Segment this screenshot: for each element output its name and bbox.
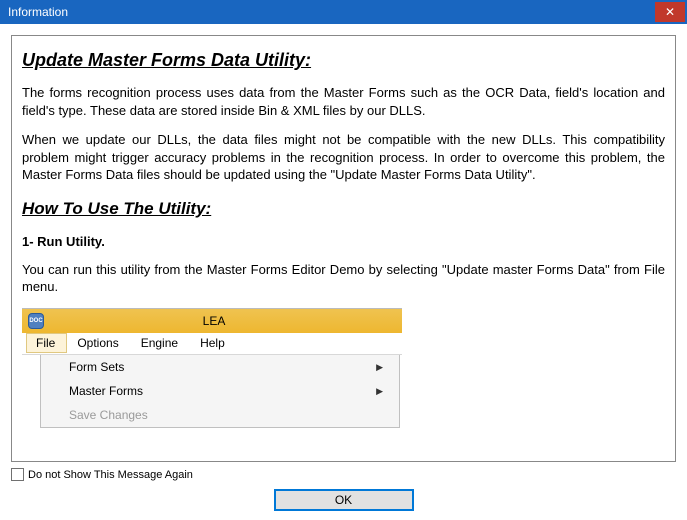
menu-item-masterforms[interactable]: Master Forms ▶ [41,379,399,403]
heading-utility-title: Update Master Forms Data Utility: [22,48,665,72]
menu-item-label: Save Changes [69,407,148,423]
intro-paragraph-2: When we update our DLLs, the data files … [22,131,665,184]
dont-show-checkbox[interactable] [11,468,24,481]
submenu-arrow-icon: ▶ [376,361,383,373]
embedded-titlebar: DOC LEA [22,309,402,333]
menu-item-savechanges: Save Changes [41,403,399,427]
submenu-arrow-icon: ▶ [376,385,383,397]
menu-item-label: Master Forms [69,383,143,399]
menu-help[interactable]: Help [190,333,237,353]
checkbox-row[interactable]: Do not Show This Message Again [11,468,676,481]
close-icon: ✕ [665,5,675,19]
menu-engine[interactable]: Engine [131,333,190,353]
window-titlebar: Information ✕ [0,0,687,24]
step-1-title: 1- Run Utility. [22,233,665,251]
checkbox-label: Do not Show This Message Again [28,469,193,481]
step-1-desc: You can run this utility from the Master… [22,261,665,296]
ok-button[interactable]: OK [274,489,414,511]
content-frame: Update Master Forms Data Utility: The fo… [11,35,676,462]
button-row: OK [11,489,676,511]
window-title: Information [8,5,68,19]
menu-item-formsets[interactable]: Form Sets ▶ [41,355,399,379]
intro-paragraph-1: The forms recognition process uses data … [22,84,665,119]
menu-file[interactable]: File [26,333,67,353]
menu-item-label: Form Sets [69,359,124,375]
embedded-menubar: File Options Engine Help [22,333,402,355]
close-button[interactable]: ✕ [655,2,685,22]
embedded-app-title: LEA [52,313,396,329]
embedded-screenshot: DOC LEA File Options Engine Help Form Se… [22,308,402,428]
app-icon: DOC [28,313,44,329]
dialog-footer: Do not Show This Message Again OK [11,464,676,516]
content-scroll-area[interactable]: Update Master Forms Data Utility: The fo… [12,36,675,461]
menu-options[interactable]: Options [67,333,130,353]
ok-button-label: OK [335,493,352,507]
embedded-dropdown: Form Sets ▶ Master Forms ▶ Save Changes [40,355,400,428]
heading-howto: How To Use The Utility: [22,198,665,221]
